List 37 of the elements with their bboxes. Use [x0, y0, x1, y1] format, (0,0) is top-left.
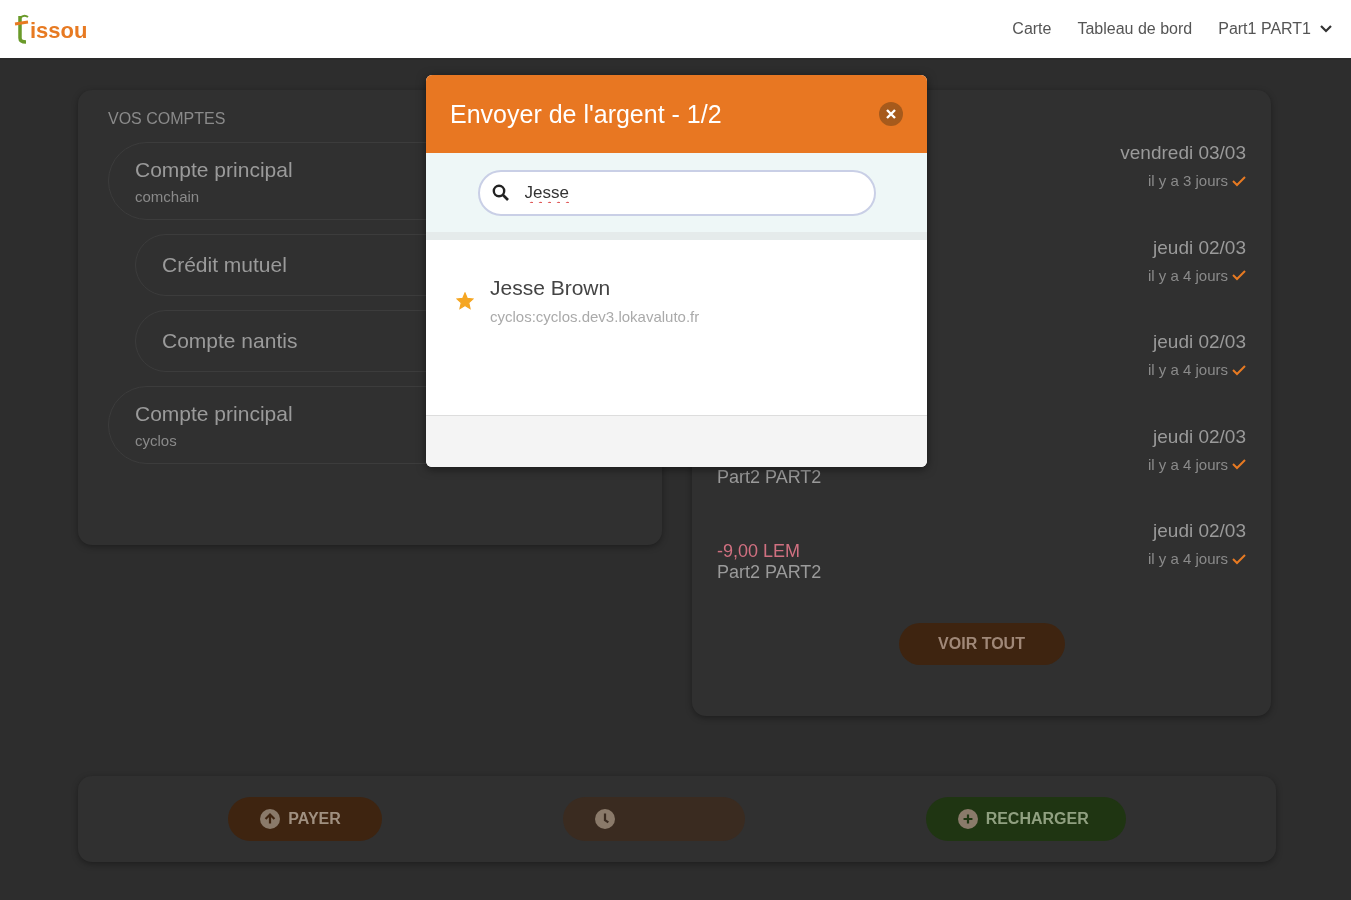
date-text: jeudi 02/03 — [1153, 520, 1246, 542]
search-field[interactable]: Jesse — [477, 169, 876, 216]
pay-button[interactable]: PAYER — [228, 797, 383, 841]
dialog-title: Envoyer de l'argent - 1/2 — [450, 99, 722, 129]
close-button[interactable] — [879, 102, 903, 126]
amount-text: -9,00 LEM — [717, 540, 802, 562]
time-ago-text: il y a 4 jours — [1147, 266, 1228, 284]
transfer-button[interactable] — [563, 797, 745, 841]
chevron-down-icon — [1319, 24, 1333, 34]
check-icon — [1232, 174, 1246, 187]
date-text: jeudi 02/03 — [1153, 236, 1246, 259]
check-icon — [1232, 269, 1246, 281]
logo-mark-icon — [14, 14, 30, 44]
date-text: jeudi 02/03 — [1153, 425, 1246, 448]
date-text: jeudi 02/03 — [1153, 331, 1246, 353]
time-ago-text: il y a 4 jours — [1147, 455, 1228, 473]
clock-icon — [595, 809, 615, 829]
nav-link[interactable]: Carte — [1012, 20, 1052, 38]
nav-link[interactable]: Tableau de bord — [1077, 20, 1193, 38]
arrow-up-icon — [260, 809, 281, 829]
section-title: VOS COMPTES — [108, 110, 226, 128]
plus-icon — [957, 809, 978, 829]
date-text: vendredi 03/03 — [1120, 142, 1246, 164]
search-icon — [491, 183, 510, 202]
time-ago-text: il y a 3 jours — [1147, 172, 1228, 189]
close-icon — [886, 109, 896, 119]
recharge-button[interactable]: RECHARGER — [925, 797, 1126, 841]
check-icon — [1232, 458, 1246, 470]
time-ago-text: il y a 4 jours — [1147, 550, 1228, 567]
see-all-button[interactable]: VOIR TOUT — [898, 622, 1065, 665]
user-menu[interactable]: Part1 PART1 — [1218, 20, 1333, 38]
check-icon — [1232, 552, 1246, 565]
check-icon — [1232, 363, 1246, 376]
logo-text: issou — [30, 18, 88, 44]
time-ago-text: il y a 4 jours — [1147, 361, 1228, 378]
counterpart-name: Part2 PART2 — [717, 467, 822, 488]
counterpart-name: Part2 PART2 — [717, 561, 822, 583]
